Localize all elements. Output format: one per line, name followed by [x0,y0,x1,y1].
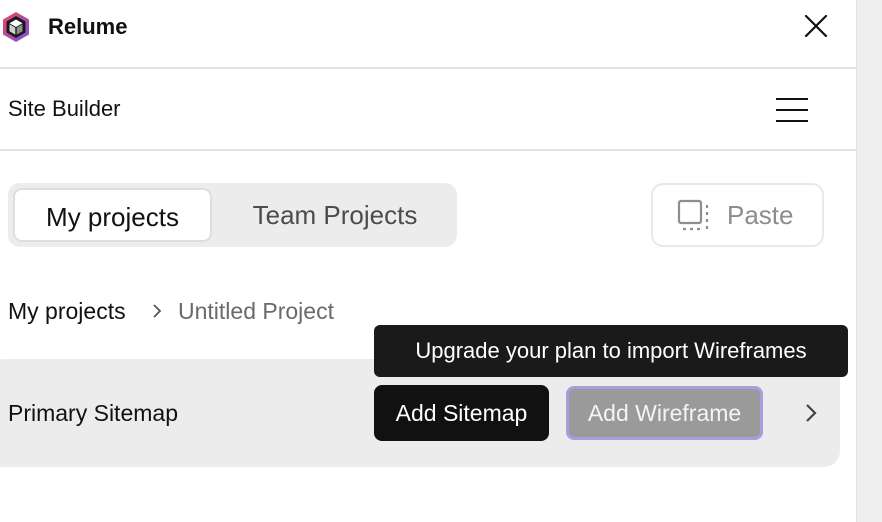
close-button[interactable] [800,10,832,42]
breadcrumb-current: Untitled Project [178,298,334,324]
hamburger-menu-icon [776,98,808,122]
app-title: Relume [48,14,128,39]
tab-my-projects[interactable]: My projects [13,188,212,242]
close-icon [804,14,828,38]
project-tabs: My projects Team Projects [8,183,457,247]
side-panel: Relume Site Builder My projects Team Pro… [0,0,857,522]
tab-team-projects[interactable]: Team Projects [220,188,450,242]
add-wireframe-button[interactable]: Add Wireframe [566,386,763,440]
section-title: Site Builder [8,96,121,121]
paste-icon [677,199,709,231]
background-overlay [857,0,882,522]
section-header: Site Builder [0,69,856,151]
sitemap-name: Primary Sitemap [8,400,178,426]
upgrade-tooltip: Upgrade your plan to import Wireframes [374,325,848,377]
paste-label: Paste [727,200,794,230]
chevron-right-icon [153,304,162,318]
paste-button[interactable]: Paste [651,183,824,247]
chevron-right-icon[interactable] [800,401,822,425]
menu-button[interactable] [772,95,812,125]
breadcrumb-root-link[interactable]: My projects [8,296,126,326]
relume-logo-icon [3,12,29,42]
add-sitemap-button[interactable]: Add Sitemap [374,385,549,441]
top-bar: Relume [0,0,856,69]
